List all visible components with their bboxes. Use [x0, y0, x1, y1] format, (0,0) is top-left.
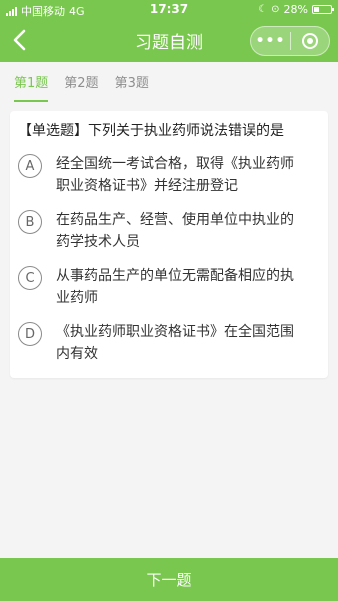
option-a[interactable]: A 经全国统一考试合格，取得《执业药师职业资格证书》并经注册登记 — [18, 153, 316, 197]
question-text: 【单选题】下列关于执业药师说法错误的是 — [18, 123, 284, 139]
close-circle-icon — [301, 33, 318, 49]
lock-rotation-icon: ⊙ — [271, 4, 280, 15]
question-card: 【单选题】下列关于执业药师说法错误的是 A 经全国统一考试合格，取得《执业药师职… — [10, 111, 328, 378]
option-letter: D — [18, 322, 42, 346]
question-tabs: 第1题 第2题 第3题 — [0, 62, 338, 106]
tab-question-2[interactable]: 第2题 — [64, 62, 98, 106]
option-text: 在药品生产、经营、使用单位中执业的药学技术人员 — [56, 212, 294, 250]
option-letter: B — [18, 210, 42, 234]
tab-question-3[interactable]: 第3题 — [115, 62, 149, 106]
next-question-button[interactable]: 下一题 — [0, 558, 338, 601]
moon-icon: ☾ — [258, 4, 268, 15]
mini-program-capsule: ••• — [250, 26, 330, 56]
more-button[interactable]: ••• — [251, 33, 290, 49]
tab-question-1[interactable]: 第1题 — [14, 62, 49, 106]
option-letter: A — [18, 154, 42, 178]
option-text: 《执业药师职业资格证书》在全国范围内有效 — [56, 324, 294, 362]
option-c[interactable]: C 从事药品生产的单位无需配备相应的执业药师 — [18, 265, 316, 309]
option-text: 从事药品生产的单位无需配备相应的执业药师 — [56, 268, 294, 306]
header: 中国移动 4G 17:37 ☾ ⊙ 28% 习题自测 ••• — [0, 0, 338, 62]
status-bar: 中国移动 4G 17:37 ☾ ⊙ 28% — [0, 0, 338, 20]
option-text: 经全国统一考试合格，取得《执业药师职业资格证书》并经注册登记 — [56, 156, 294, 194]
battery-percent: 28% — [283, 3, 308, 16]
battery-icon — [312, 5, 334, 14]
nav-bar: 习题自测 ••• — [0, 20, 338, 62]
option-letter: C — [18, 266, 42, 290]
option-b[interactable]: B 在药品生产、经营、使用单位中执业的药学技术人员 — [18, 209, 316, 253]
status-right: ☾ ⊙ 28% — [258, 3, 334, 16]
close-button[interactable] — [291, 33, 329, 49]
option-d[interactable]: D 《执业药师职业资格证书》在全国范围内有效 — [18, 321, 316, 365]
